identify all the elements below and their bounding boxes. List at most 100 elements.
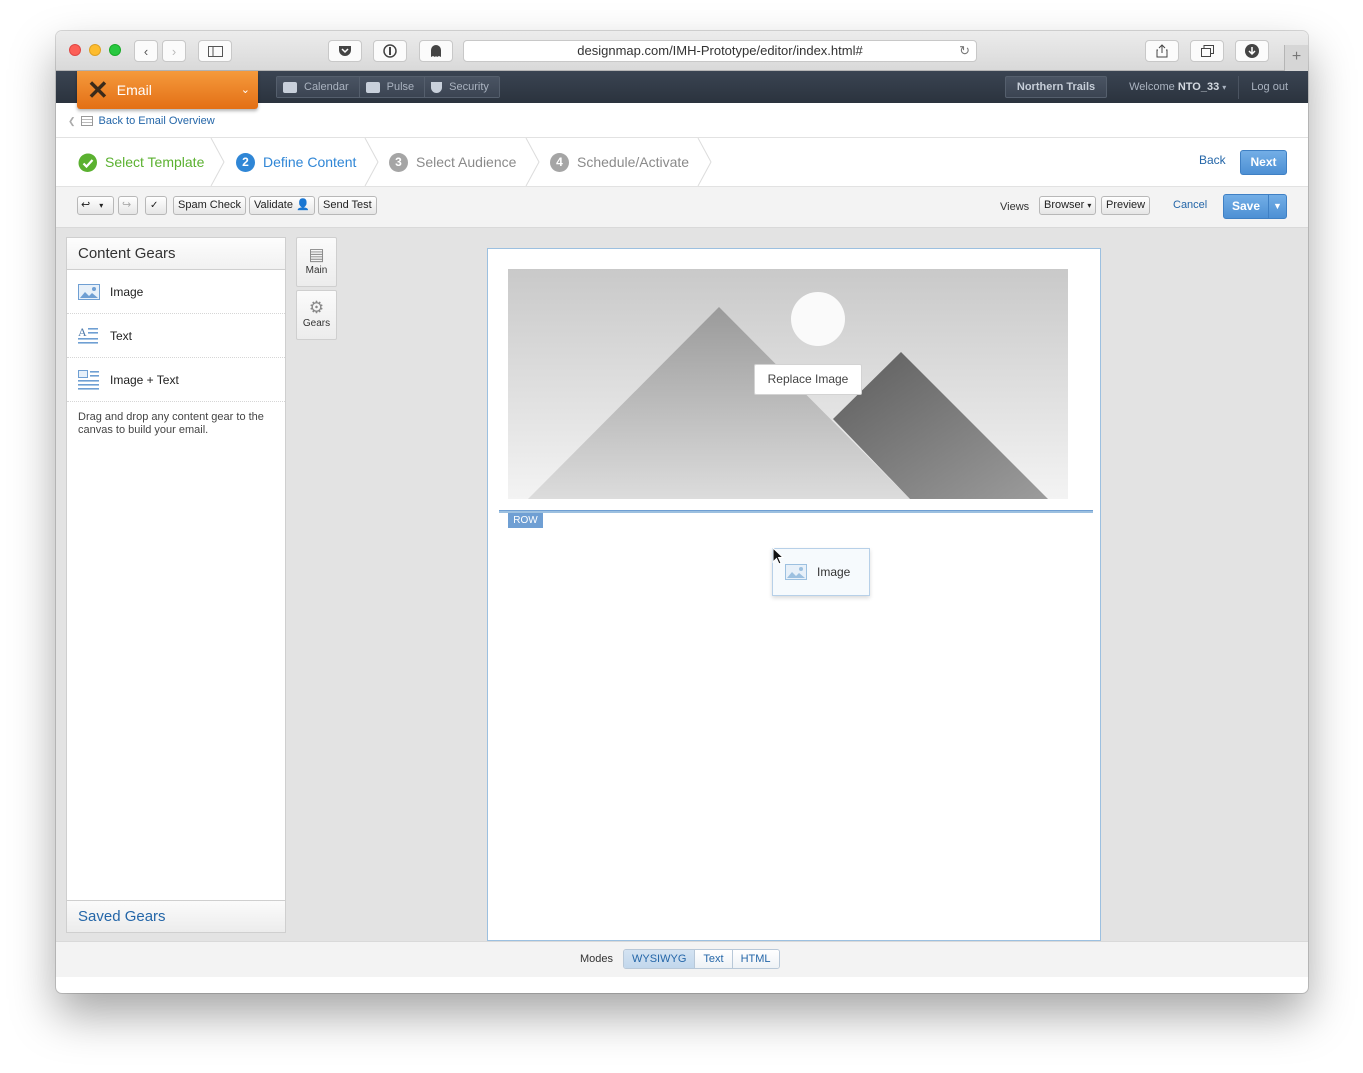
gear-label: Text [110,328,133,343]
minimize-window-button[interactable] [89,44,101,56]
row-tag[interactable]: ROW [508,513,543,528]
tabs-overview-button[interactable] [1190,40,1224,62]
new-tab-button[interactable]: + [1284,45,1308,71]
chevron-left-icon: ‹ [143,43,149,59]
browser-window: ‹ › designmap.com/IMH-Prototype/editor/i… [56,31,1308,993]
side-tab-gears[interactable]: ⚙ Gears [296,290,337,340]
app-tab-label: Calendar [304,81,349,93]
spellcheck-icon: ✓ [150,200,159,211]
dragged-image-gear[interactable]: Image [772,548,870,596]
hero-image-placeholder[interactable]: Replace Image [508,269,1068,499]
cancel-button[interactable]: Cancel [1173,199,1207,211]
caret-down-icon: ▾ [1222,82,1227,92]
content-gears-panel: Content Gears Image A Text Image + Text … [66,237,286,933]
browser-chrome: ‹ › designmap.com/IMH-Prototype/editor/i… [56,31,1308,71]
step-divider [364,138,379,186]
zoom-window-button[interactable] [109,44,121,56]
pocket-button[interactable] [328,40,362,62]
password-button[interactable] [373,40,407,62]
views-label: Views [1000,201,1030,213]
user-menu[interactable]: Welcome NTO_33 ▾ [1117,75,1240,99]
step-label: Define Content [263,154,357,170]
gears-hint: Drag and drop any content gear to the ca… [78,411,264,436]
caret-left-icon: ❮ [68,115,76,126]
image-icon [78,283,100,300]
breadcrumb[interactable]: ❮ Back to Email Overview [68,115,215,127]
replace-image-button[interactable]: Replace Image [754,364,862,395]
gear-image[interactable]: Image [67,270,285,314]
step-define-content[interactable]: 2 Define Content [236,138,356,186]
saved-gears-header[interactable]: Saved Gears [67,900,285,932]
app-tab-label: Security [449,81,489,93]
gear-text[interactable]: A Text [67,314,285,358]
mode-wysiwyg[interactable]: WYSIWYG [624,950,696,968]
step-number: 2 [236,152,255,172]
share-button[interactable] [1145,40,1179,62]
logout-link[interactable]: Log out [1239,76,1308,98]
step-label: Select Audience [416,154,517,170]
image-text-icon [78,369,99,390]
text-icon: A [78,326,98,344]
app-tab-calendar[interactable]: Calendar [277,77,360,97]
reload-icon[interactable]: ↻ [959,41,970,61]
back-button[interactable]: Back [1199,153,1226,167]
share-icon [1156,44,1168,58]
views-select[interactable]: Browser ▾ [1039,196,1097,215]
next-button[interactable]: Next [1240,150,1287,175]
editor-workspace: Content Gears Image A Text Image + Text … [56,228,1308,941]
spam-check-button[interactable]: Spam Check [173,196,246,215]
spellcheck-button[interactable]: ✓ [145,196,167,215]
step-select-template[interactable]: Select Template [78,138,204,186]
pocket-icon [339,46,351,56]
undo-button[interactable]: ↩ ▾ [77,196,114,215]
send-test-button[interactable]: Send Test [318,196,377,215]
mode-html[interactable]: HTML [732,950,779,968]
app-switcher[interactable]: ✕ Email ⌄ [77,71,258,109]
forward-nav-button[interactable]: › [162,40,186,62]
calendar-icon [283,81,297,93]
app-header: ✕ Email ⌄ Calendar Pulse Security Northe… [56,71,1308,109]
image-icon [785,564,807,580]
dragged-gear-label: Image [817,565,851,579]
undo-icon: ↩ [81,199,91,211]
close-window-button[interactable] [69,44,81,56]
caret-down-icon: ▾ [99,201,104,210]
redo-button[interactable]: ↪ [118,196,138,215]
preview-button[interactable]: Preview [1101,196,1151,215]
app-nav-tabs: Calendar Pulse Security [276,76,500,98]
breadcrumb-link[interactable]: Back to Email Overview [99,115,215,127]
modes-bar: Modes WYSIWYG Text HTML [56,941,1308,977]
step-select-audience[interactable]: 3 Select Audience [389,138,516,186]
redo-icon: ↪ [122,199,132,211]
url-text: designmap.com/IMH-Prototype/editor/index… [577,43,863,58]
row-drop-indicator [499,510,1093,513]
back-nav-button[interactable]: ‹ [134,40,158,62]
app-tab-security[interactable]: Security [425,77,499,97]
check-circle-icon [78,153,97,172]
gear-label: Image + Text [110,372,179,387]
address-bar[interactable]: designmap.com/IMH-Prototype/editor/index… [463,40,977,62]
email-canvas[interactable]: Replace Image ROW Image [487,248,1101,941]
gear-image-text[interactable]: Image + Text [67,358,285,402]
download-icon [1245,44,1259,58]
side-tab-main[interactable]: ▤ Main [296,237,337,287]
account-button[interactable]: Northern Trails [1004,76,1108,98]
ghostery-button[interactable] [419,40,453,62]
save-label: Save [1231,199,1261,213]
step-schedule-activate[interactable]: 4 Schedule/Activate [550,138,689,186]
chevron-down-icon: ⌄ [240,84,250,96]
app-tab-pulse[interactable]: Pulse [359,77,426,97]
mode-text[interactable]: Text [695,950,733,968]
save-options-caret-icon[interactable]: ▼ [1268,195,1286,218]
downloads-button[interactable] [1235,40,1269,62]
welcome-user: NTO_33 [1177,80,1220,93]
step-divider [525,138,540,186]
sidebar-toggle-button[interactable] [198,40,232,62]
editor-toolbar: ↩ ▾ ↪ ✓ Spam Check Validate 👤 Send Test … [56,187,1308,228]
save-button[interactable]: Save ▼ [1223,194,1287,219]
step-label: Select Template [105,154,205,170]
validate-label: Validate [254,199,293,211]
validate-button[interactable]: Validate 👤 [249,196,315,215]
account-area: Northern Trails Welcome NTO_33 ▾ Log out [1004,71,1308,103]
list-icon [80,116,93,126]
